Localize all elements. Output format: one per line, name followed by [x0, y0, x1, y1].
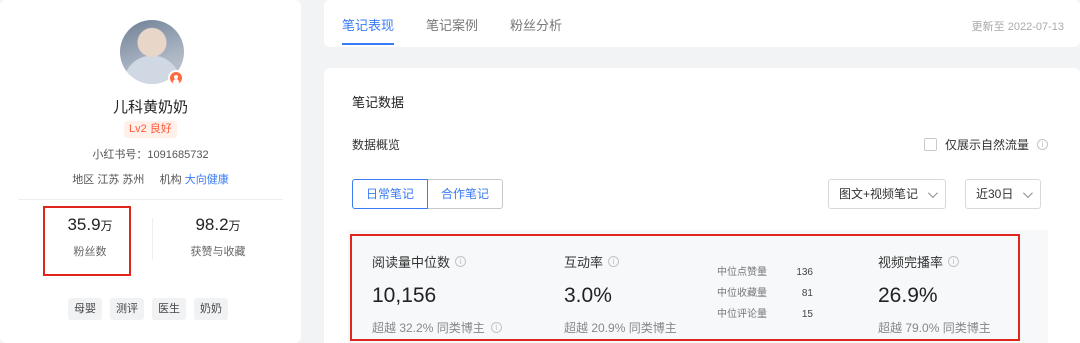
likes-value: 98.2	[195, 215, 229, 234]
divider	[18, 199, 283, 200]
likes-label: 获赞与收藏	[190, 246, 246, 258]
tag-list: 母婴 测评 医生 奶奶	[68, 298, 228, 320]
date-range-value: 近30日	[976, 187, 1014, 201]
redbook-id: 小红书号：1091685732	[92, 149, 209, 161]
note-type-value: 图文+视频笔记	[839, 187, 919, 201]
region-line: 地区 江苏 苏州 机构 大向健康	[0, 171, 301, 187]
verified-badge-icon	[168, 70, 184, 86]
tab-note-cases[interactable]: 笔记案例	[426, 15, 478, 34]
profile-card: 儿科黄奶奶 Lv2 良好 小红书号：1091685732 地区 江苏 苏州 机构…	[0, 0, 301, 343]
info-icon[interactable]: i	[1037, 139, 1048, 150]
coop-notes-button[interactable]: 合作笔记	[428, 179, 504, 209]
likes-stat: 98.2万 获赞与收藏	[158, 215, 278, 259]
likes-unit: 万	[228, 219, 241, 233]
level-badge: Lv2 良好	[124, 121, 177, 138]
followers-highlight-box	[43, 206, 131, 276]
region-label: 地区	[72, 174, 95, 186]
tag[interactable]: 母婴	[68, 298, 102, 320]
active-tab-indicator	[342, 43, 394, 45]
natural-traffic-label: 仅展示自然流量	[944, 138, 1029, 152]
daily-notes-button[interactable]: 日常笔记	[352, 179, 429, 209]
natural-traffic-toggle[interactable]: 仅展示自然流量 i	[923, 136, 1048, 153]
section-title: 笔记数据	[352, 95, 405, 110]
stat-divider	[152, 218, 153, 260]
date-range-select[interactable]: 近30日	[965, 179, 1042, 209]
org-label: 机构	[159, 174, 182, 186]
tag[interactable]: 测评	[110, 298, 144, 320]
updated-timestamp: 更新至 2022-07-13	[971, 21, 1064, 33]
tag[interactable]: 医生	[152, 298, 186, 320]
chevron-down-icon	[1023, 187, 1034, 198]
note-category-switch: 日常笔记 合作笔记	[352, 179, 504, 209]
natural-traffic-checkbox[interactable]	[923, 138, 937, 151]
tab-note-performance[interactable]: 笔记表现	[342, 15, 394, 34]
tab-bar: 笔记表现 笔记案例 粉丝分析 更新至 2022-07-13	[324, 0, 1080, 47]
note-data-panel: 笔记数据 数据概览 仅展示自然流量 i 日常笔记 合作笔记 图文+视频笔记 近3…	[324, 68, 1080, 343]
tab-fan-analysis[interactable]: 粉丝分析	[510, 15, 562, 34]
nickname: 儿科黄奶奶	[112, 99, 188, 116]
metrics-highlight-box	[350, 234, 1020, 341]
org-link[interactable]: 大向健康	[185, 174, 229, 186]
note-type-select[interactable]: 图文+视频笔记	[828, 179, 947, 209]
region-value: 江苏 苏州	[97, 174, 145, 186]
tag[interactable]: 奶奶	[194, 298, 228, 320]
chevron-down-icon	[927, 187, 938, 198]
overview-title: 数据概览	[352, 138, 401, 152]
